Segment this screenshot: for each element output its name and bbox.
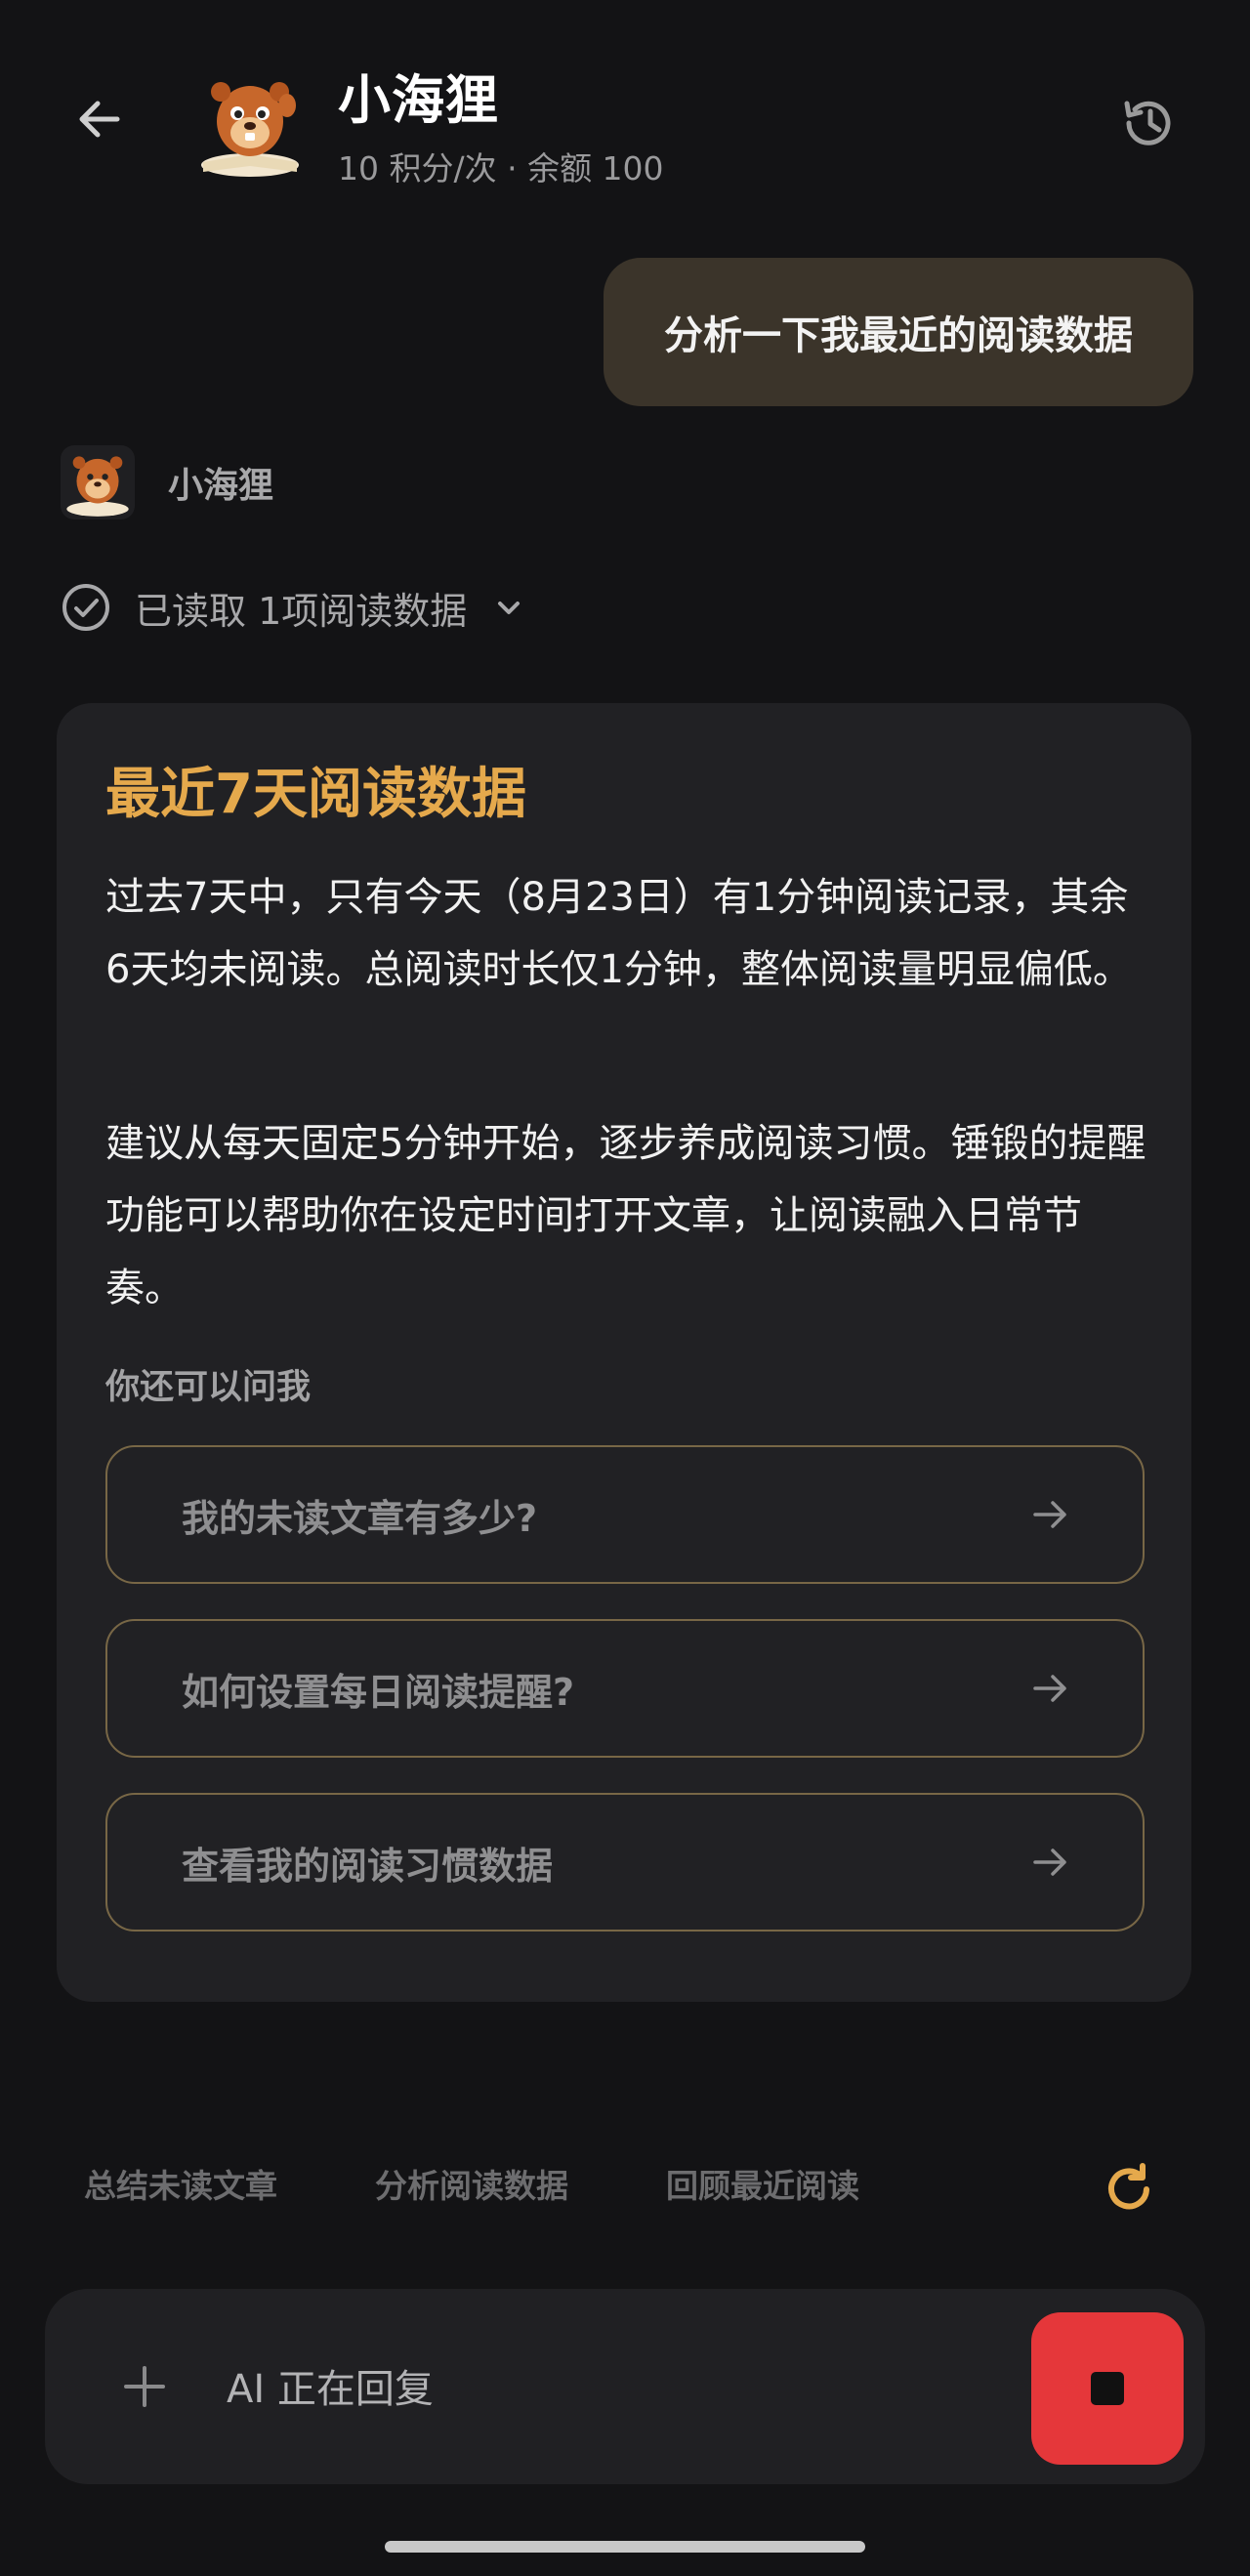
read-status-text: 已读取 1项阅读数据 — [135, 589, 468, 633]
suggestion-button[interactable]: 如何设置每日阅读提醒? — [105, 1619, 1145, 1758]
history-icon — [1124, 101, 1171, 145]
suggestion-label: 查看我的阅读习惯数据 — [182, 1844, 554, 1888]
card-title: 最近7天阅读数据 — [105, 763, 526, 826]
beaver-mascot-icon — [201, 82, 299, 177]
add-attachment-button[interactable] — [109, 2351, 180, 2422]
bot-header: 小海狸 — [61, 445, 273, 519]
read-status-toggle[interactable]: 已读取 1项阅读数据 — [61, 574, 525, 641]
suggestion-label: 我的未读文章有多少? — [182, 1496, 538, 1540]
arrow-right-icon — [1033, 1849, 1066, 1876]
beaver-mascot-icon — [66, 456, 129, 517]
response-card: 最近7天阅读数据 过去7天中，只有今天（8月23日）有1分钟阅读记录，其余6天均… — [57, 703, 1191, 2002]
stop-generation-button[interactable] — [1031, 2312, 1184, 2465]
page-title: 小海狸 — [338, 69, 499, 131]
bot-name: 小海狸 — [168, 466, 274, 506]
suggestions-label: 你还可以问我 — [105, 1368, 312, 1407]
composer-status-text: AI 正在回复 — [227, 2367, 434, 2412]
refresh-button[interactable] — [1098, 2158, 1160, 2221]
home-indicator[interactable] — [385, 2541, 865, 2553]
plus-icon — [124, 2366, 165, 2407]
arrow-right-icon — [1033, 1501, 1066, 1528]
composer-bar: AI 正在回复 — [45, 2289, 1205, 2484]
cost-balance-text: 10 积分/次 · 余额 100 — [338, 149, 664, 187]
suggestion-button[interactable]: 我的未读文章有多少? — [105, 1445, 1145, 1584]
arrow-left-icon — [79, 101, 120, 138]
check-circle-icon — [62, 584, 109, 631]
response-paragraph: 建议从每天固定5分钟开始，逐步养成阅读习惯。锤锻的提醒功能可以帮助你在设定时间打… — [105, 1121, 1146, 1310]
chat-screen: 小海狸 10 积分/次 · 余额 100 分析一下我最近的阅读数据 小海狸 已读… — [0, 0, 1250, 2576]
user-message-text: 分析一下我最近的阅读数据 — [664, 313, 1133, 358]
arrow-right-icon — [1033, 1675, 1066, 1702]
quick-prompt-chip[interactable]: 分析阅读数据 — [375, 2160, 568, 2207]
chevron-down-icon — [498, 602, 521, 614]
bot-avatar — [61, 445, 135, 519]
avatar — [191, 64, 309, 182]
suggestion-button[interactable]: 查看我的阅读习惯数据 — [105, 1793, 1145, 1932]
history-button[interactable] — [1109, 84, 1188, 162]
header: 小海狸 10 积分/次 · 余额 100 — [0, 0, 1250, 225]
response-paragraph: 过去7天中，只有今天（8月23日）有1分钟阅读记录，其余6天均未阅读。总阅读时长… — [105, 875, 1132, 992]
quick-prompt-chip[interactable]: 总结未读文章 — [84, 2160, 277, 2207]
stop-icon — [1091, 2372, 1124, 2405]
quick-prompt-chip[interactable]: 回顾最近阅读 — [666, 2160, 859, 2207]
quick-prompts: 总结未读文章 分析阅读数据 回顾最近阅读 — [84, 2160, 957, 2207]
back-button[interactable] — [61, 80, 139, 158]
suggestion-label: 如何设置每日阅读提醒? — [182, 1670, 575, 1714]
user-message-bubble: 分析一下我最近的阅读数据 — [604, 258, 1193, 406]
refresh-icon — [1108, 2163, 1149, 2210]
